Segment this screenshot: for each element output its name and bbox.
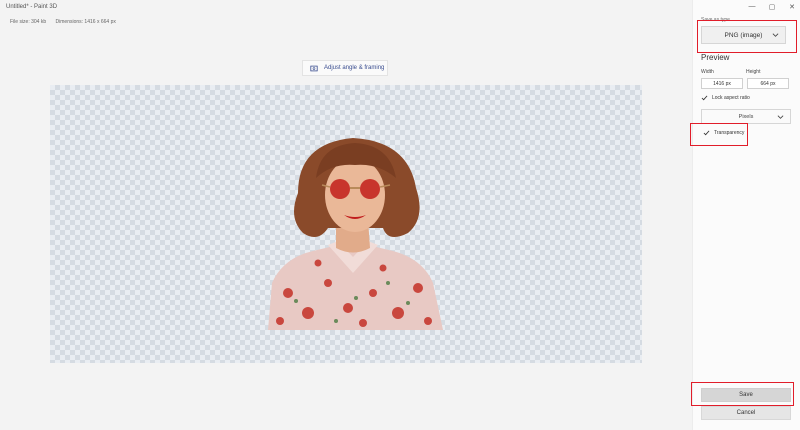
height-label: Height: [746, 69, 761, 75]
save-button[interactable]: Save: [701, 388, 791, 402]
units-dropdown[interactable]: Pixels: [701, 109, 791, 124]
file-info: File size: 304 kb Dimensions: 1416 x 664…: [10, 19, 124, 25]
transparency-checkbox[interactable]: Transparency: [703, 130, 744, 136]
workspace: Untitled* - Paint 3D File size: 304 kb D…: [0, 0, 692, 430]
height-input[interactable]: 664 px: [747, 78, 789, 89]
paint3d-window: Untitled* - Paint 3D File size: 304 kb D…: [0, 0, 800, 430]
chevron-down-icon: [772, 33, 779, 37]
portrait-image: [268, 138, 443, 330]
lock-aspect-label: Lock aspect ratio: [712, 95, 750, 101]
file-type-value: PNG (image): [724, 31, 763, 39]
check-icon: [701, 95, 708, 101]
save-as-type-label: Save as type: [701, 17, 730, 23]
width-input[interactable]: 1416 px: [701, 78, 743, 89]
lock-aspect-checkbox[interactable]: Lock aspect ratio: [701, 95, 750, 101]
save-panel: — ▢ ✕ Save as type PNG (image) Preview W…: [692, 0, 800, 430]
file-type-dropdown[interactable]: PNG (image): [701, 26, 786, 44]
units-value: Pixels: [738, 113, 754, 120]
check-icon: [703, 130, 710, 136]
file-size: File size: 304 kb: [10, 19, 47, 25]
window-title: Untitled* - Paint 3D: [6, 4, 58, 10]
width-label: Width: [701, 69, 714, 75]
image-canvas[interactable]: [50, 85, 642, 363]
restore-button[interactable]: ▢: [768, 3, 776, 11]
minimize-button[interactable]: —: [748, 3, 756, 11]
adjust-angle-label: Adjust angle & framing: [324, 65, 385, 71]
transparency-label: Transparency: [714, 130, 745, 136]
window-controls: — ▢ ✕: [748, 3, 796, 11]
chevron-down-icon: [777, 115, 784, 119]
adjust-angle-button[interactable]: Adjust angle & framing: [302, 60, 388, 76]
close-button[interactable]: ✕: [788, 3, 796, 11]
crop-icon: [310, 65, 318, 71]
image-dimensions: Dimensions: 1416 x 664 px: [55, 19, 116, 25]
cancel-button[interactable]: Cancel: [701, 406, 791, 420]
preview-heading: Preview: [701, 53, 730, 62]
